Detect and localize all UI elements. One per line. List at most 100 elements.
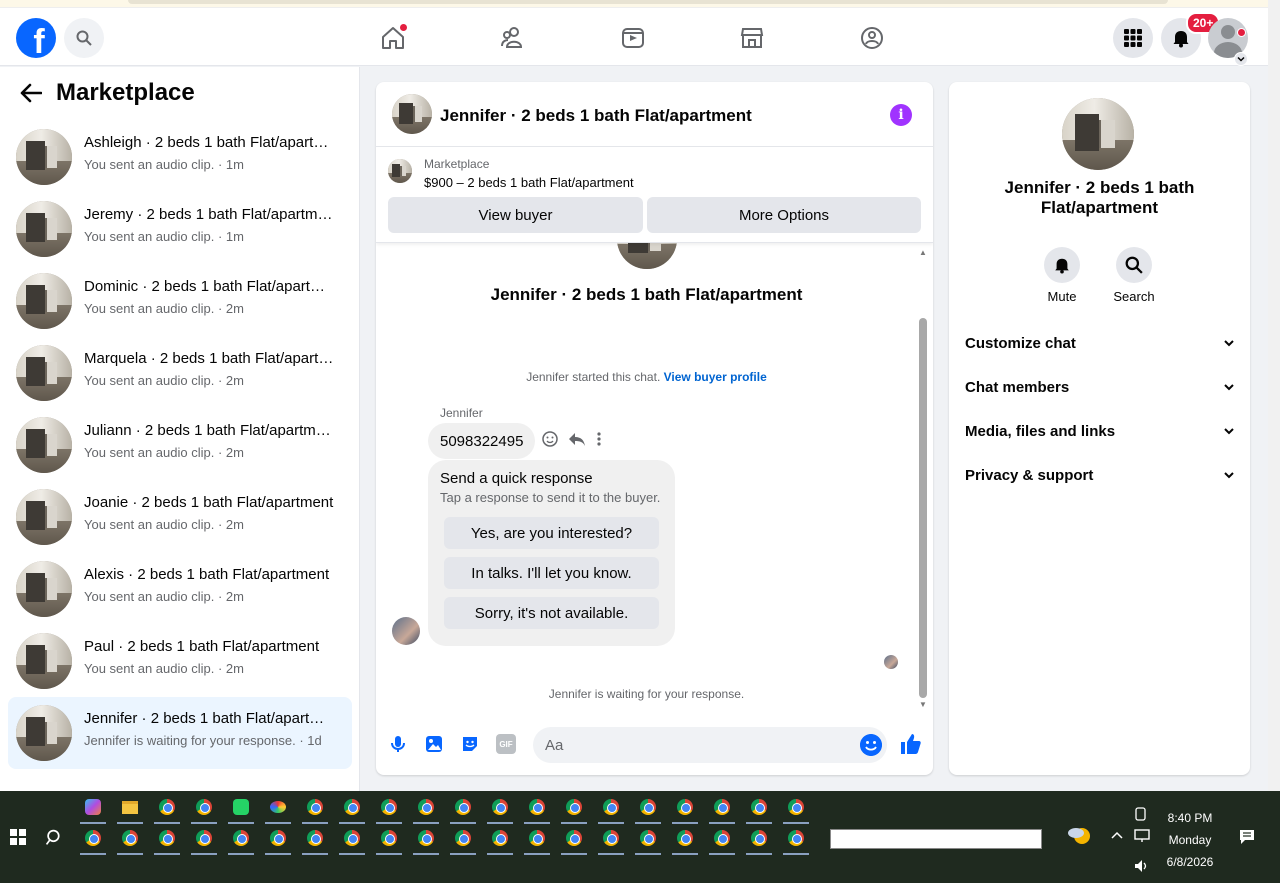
chrome-app-icon[interactable] <box>154 794 180 824</box>
microphone-icon[interactable] <box>388 734 408 754</box>
gif-button[interactable]: GIF <box>496 734 516 754</box>
reply-icon[interactable] <box>568 431 586 447</box>
message-input[interactable] <box>533 727 887 763</box>
conversation-item[interactable]: Ashleigh · 2 beds 1 bath Flat/apartment Y… <box>8 121 352 193</box>
taskbar-address-box[interactable] <box>830 829 1042 849</box>
back-arrow-icon[interactable] <box>20 83 42 103</box>
listing-thumbnail[interactable] <box>388 159 412 183</box>
chrome-app-icon[interactable] <box>228 825 254 855</box>
conversation-item[interactable]: Jennifer · 2 beds 1 bath Flat/apartment J… <box>8 697 352 769</box>
chrome-app-icon[interactable] <box>117 825 143 855</box>
chevron-up-icon[interactable] <box>1111 831 1123 839</box>
video-nav-button[interactable] <box>617 22 649 54</box>
chrome-app-icon[interactable] <box>191 825 217 855</box>
chrome-app-icon[interactable] <box>450 825 476 855</box>
chrome-app-icon[interactable] <box>302 825 328 855</box>
photo-icon[interactable] <box>424 734 444 754</box>
search-in-chat-button[interactable]: Search <box>1104 247 1164 304</box>
view-buyer-profile-link[interactable]: View buyer profile <box>664 370 767 384</box>
chrome-app-icon[interactable] <box>672 794 698 824</box>
groups-nav-button[interactable] <box>856 22 888 54</box>
search-button[interactable] <box>64 18 104 58</box>
facebook-logo[interactable]: f <box>16 18 56 58</box>
taskbar-search-icon[interactable] <box>46 829 63 846</box>
privacy-support-section[interactable]: Privacy & support <box>957 455 1242 495</box>
chrome-app-icon[interactable] <box>80 825 106 855</box>
conversation-item[interactable]: Joanie · 2 beds 1 bath Flat/apartment You… <box>8 481 352 553</box>
quick-reply-interested[interactable]: Yes, are you interested? <box>444 517 659 549</box>
conversation-item[interactable]: Dominic · 2 beds 1 bath Flat/apartment Yo… <box>8 265 352 337</box>
chrome-app-icon[interactable] <box>413 794 439 824</box>
taskbar-clock[interactable]: 8:40 PM Monday 6/8/2026 <box>1150 807 1230 873</box>
home-nav-button[interactable] <box>377 22 409 54</box>
quick-reply-not-available[interactable]: Sorry, it's not available. <box>444 597 659 629</box>
media-files-links-section[interactable]: Media, files and links <box>957 411 1242 451</box>
chrome-app-icon[interactable] <box>746 825 772 855</box>
customize-chat-section[interactable]: Customize chat <box>957 323 1242 363</box>
action-center-icon[interactable] <box>1239 829 1255 845</box>
info-icon[interactable]: i <box>890 104 912 126</box>
chat-title[interactable]: Jennifer · 2 beds 1 bath Flat/apartment <box>440 106 752 126</box>
chrome-app-icon[interactable] <box>487 794 513 824</box>
chrome-app-icon[interactable] <box>376 794 402 824</box>
network-icon[interactable] <box>1134 829 1150 843</box>
meet-now-icon[interactable] <box>1134 807 1148 821</box>
view-buyer-button[interactable]: View buyer <box>388 197 643 233</box>
paint-app-icon[interactable] <box>265 794 291 824</box>
chrome-app-icon[interactable] <box>635 794 661 824</box>
chrome-app-icon[interactable] <box>524 794 550 824</box>
chrome-app-icon[interactable] <box>524 825 550 855</box>
friends-nav-button[interactable] <box>497 22 529 54</box>
weather-icon[interactable] <box>1067 825 1091 847</box>
account-chevron[interactable] <box>1234 52 1248 66</box>
chrome-app-icon[interactable] <box>339 794 365 824</box>
more-dots-icon[interactable] <box>596 431 602 447</box>
scroll-down-arrow[interactable]: ▼ <box>919 700 927 709</box>
chrome-app-icon[interactable] <box>302 794 328 824</box>
chrome-app-icon[interactable] <box>450 794 476 824</box>
chrome-app-icon[interactable] <box>191 794 217 824</box>
chrome-app-icon[interactable] <box>487 825 513 855</box>
chrome-app-icon[interactable] <box>561 825 587 855</box>
chrome-app-icon[interactable] <box>709 794 735 824</box>
menu-button[interactable] <box>1113 18 1153 58</box>
conversation-item[interactable]: Marquela · 2 beds 1 bath Flat/apartment Y… <box>8 337 352 409</box>
chrome-app-icon[interactable] <box>709 825 735 855</box>
marketplace-nav-button[interactable] <box>736 22 768 54</box>
chrome-app-icon[interactable] <box>598 825 624 855</box>
quick-reply-in-talks[interactable]: In talks. I'll let you know. <box>444 557 659 589</box>
conversation-item[interactable]: Alexis · 2 beds 1 bath Flat/apartment You… <box>8 553 352 625</box>
chrome-app-icon[interactable] <box>672 825 698 855</box>
chat-header-thumbnail[interactable] <box>392 94 432 134</box>
react-emoji-icon[interactable] <box>542 431 558 447</box>
mute-button[interactable]: Mute <box>1032 247 1092 304</box>
file-explorer-app-icon[interactable] <box>117 794 143 824</box>
copilot-app-icon[interactable] <box>80 794 106 824</box>
chat-scrollbar-thumb[interactable] <box>919 318 927 698</box>
thumbs-up-icon[interactable] <box>899 732 923 756</box>
chrome-app-icon[interactable] <box>376 825 402 855</box>
chrome-app-icon[interactable] <box>154 825 180 855</box>
chrome-app-icon[interactable] <box>598 794 624 824</box>
chrome-app-icon[interactable] <box>561 794 587 824</box>
page-scrollbar[interactable] <box>1268 0 1280 791</box>
more-options-button[interactable]: More Options <box>647 197 921 233</box>
message-bubble[interactable]: 5098322495 <box>428 423 536 459</box>
scroll-up-arrow[interactable]: ▲ <box>919 248 927 257</box>
chrome-app-icon[interactable] <box>265 825 291 855</box>
sender-avatar[interactable] <box>392 617 420 645</box>
conversation-item[interactable]: Paul · 2 beds 1 bath Flat/apartment You s… <box>8 625 352 697</box>
conversation-item[interactable]: Juliann · 2 beds 1 bath Flat/apartment Yo… <box>8 409 352 481</box>
chrome-app-icon[interactable] <box>783 794 809 824</box>
chrome-app-icon[interactable] <box>635 825 661 855</box>
listing-price[interactable]: $900 – 2 beds 1 bath Flat/apartment <box>424 175 634 190</box>
chat-members-section[interactable]: Chat members <box>957 367 1242 407</box>
volume-icon[interactable] <box>1134 859 1150 873</box>
conversation-item[interactable]: Jeremy · 2 beds 1 bath Flat/apartment You… <box>8 193 352 265</box>
windows-start-icon[interactable] <box>10 829 26 845</box>
chrome-app-icon[interactable] <box>339 825 365 855</box>
chrome-app-icon[interactable] <box>783 825 809 855</box>
sticker-icon[interactable] <box>460 734 480 754</box>
chrome-app-icon[interactable] <box>413 825 439 855</box>
whatsapp-app-icon[interactable] <box>228 794 254 824</box>
